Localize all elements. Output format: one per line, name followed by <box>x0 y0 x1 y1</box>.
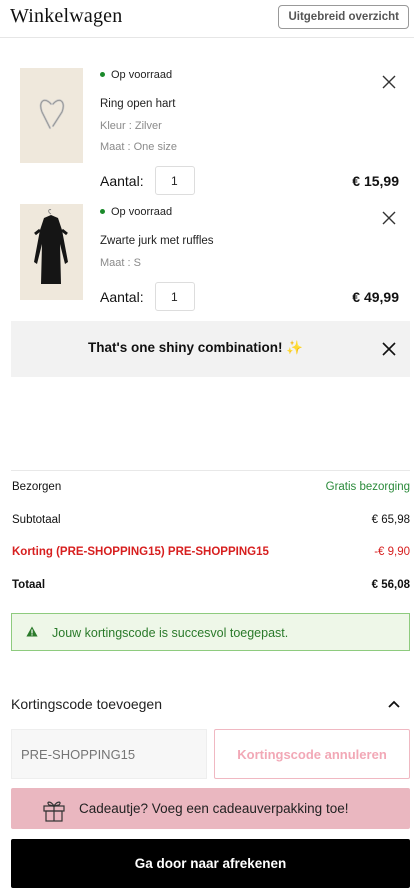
coupon-code-input[interactable] <box>11 729 207 779</box>
quantity-label: Aantal: <box>100 289 144 305</box>
gift-wrap-button[interactable]: Cadeautje? Voeg een cadeauverpakking toe… <box>11 788 410 829</box>
promo-text: That's one shiny combination! ✨ <box>87 340 304 355</box>
in-stock-dot-icon <box>100 71 105 77</box>
discount-value: -€ 9,90 <box>374 546 410 558</box>
total-value: € 56,08 <box>371 579 410 591</box>
page-title: Winkelwagen <box>10 5 123 27</box>
delivery-label: Bezorgen <box>12 481 62 493</box>
order-summary: Bezorgen Gratis bezorging Subtotaal € 65… <box>11 470 410 591</box>
product-image-ring[interactable] <box>20 68 83 163</box>
stock-status: Op voorraad <box>100 206 172 218</box>
gift-wrap-label: Cadeautje? Voeg een cadeauverpakking toe… <box>79 801 349 816</box>
coupon-success-message: Jouw kortingscode is succesvol toegepast… <box>52 626 289 640</box>
alert-triangle-icon <box>26 626 38 637</box>
product-size: Maat : S <box>100 257 141 269</box>
subtotal-label: Subtotaal <box>12 514 61 526</box>
product-price: € 15,99 <box>352 173 399 189</box>
product-size: Maat : One size <box>100 141 178 153</box>
quantity-input[interactable] <box>155 166 195 195</box>
close-promo-icon[interactable] <box>382 342 396 356</box>
promo-banner: That's one shiny combination! ✨ <box>11 321 410 377</box>
checkout-button[interactable]: Ga door naar afrekenen <box>11 839 410 888</box>
cancel-coupon-button[interactable]: Kortingscode annuleren <box>214 729 410 779</box>
in-stock-dot-icon <box>100 208 105 214</box>
coupon-section-toggle[interactable]: Kortingscode toevoegen <box>11 696 162 712</box>
subtotal-value: € 65,98 <box>371 514 410 526</box>
remove-item-close-icon[interactable] <box>382 211 396 225</box>
coupon-success-alert: Jouw kortingscode is succesvol toegepast… <box>11 613 410 651</box>
product-name[interactable]: Ring open hart <box>100 98 175 110</box>
product-image-dress[interactable] <box>20 204 83 300</box>
gift-icon <box>43 801 65 822</box>
product-color: Kleur : Zilver <box>100 120 162 132</box>
product-name[interactable]: Zwarte jurk met ruffles <box>100 235 214 247</box>
chevron-up-icon[interactable] <box>388 700 400 708</box>
cart-header: Winkelwagen Uitgebreid overzicht <box>0 0 414 38</box>
quantity-input[interactable] <box>155 282 195 311</box>
extended-overview-button[interactable]: Uitgebreid overzicht <box>278 5 409 29</box>
remove-item-close-icon[interactable] <box>382 75 396 89</box>
stock-status: Op voorraad <box>100 69 172 81</box>
discount-label: Korting (PRE-SHOPPING15) PRE-SHOPPING15 <box>12 546 269 558</box>
quantity-label: Aantal: <box>100 173 144 189</box>
delivery-value: Gratis bezorging <box>325 481 410 493</box>
product-price: € 49,99 <box>352 289 399 305</box>
total-label: Totaal <box>12 579 46 591</box>
